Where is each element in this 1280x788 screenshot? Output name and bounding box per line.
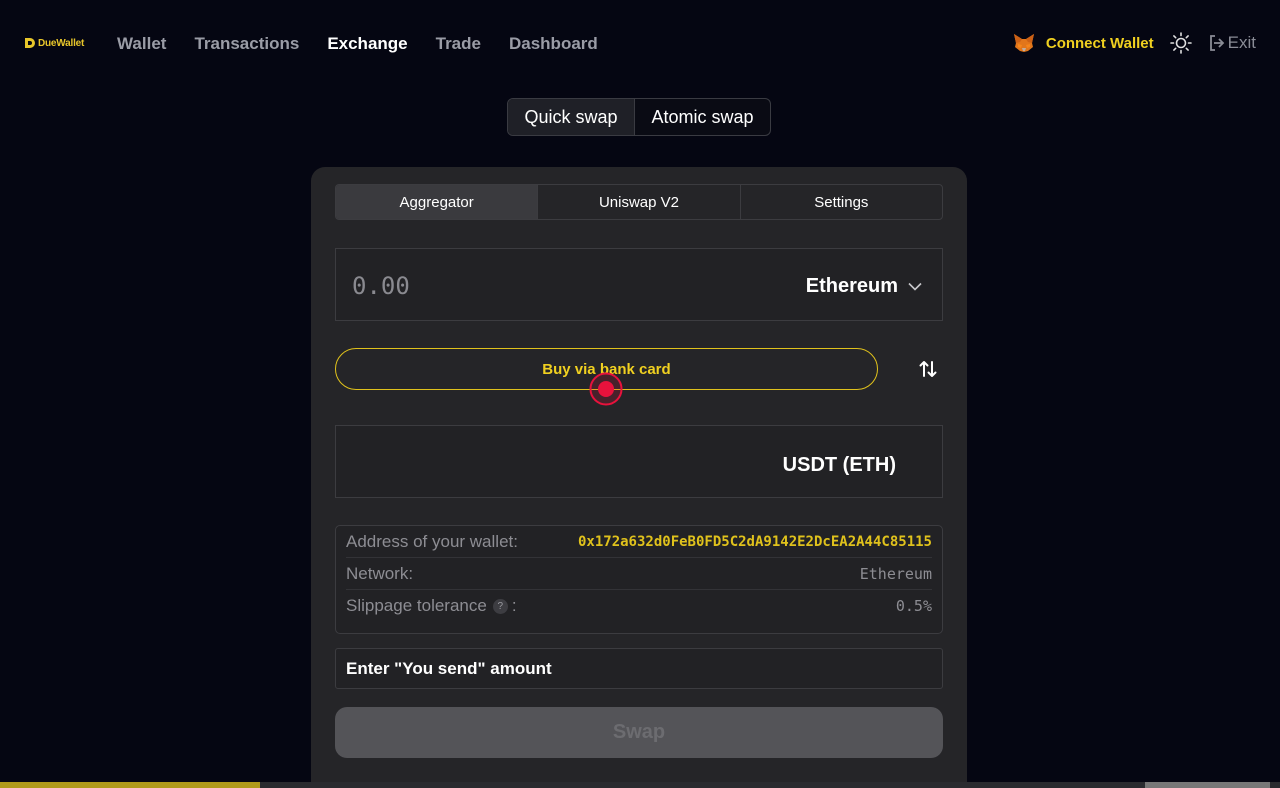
atomic-swap-tab[interactable]: Atomic swap bbox=[635, 99, 770, 135]
slippage-value: 0.5% bbox=[895, 597, 932, 615]
main-nav: Wallet Transactions Exchange Trade Dashb… bbox=[117, 33, 598, 55]
network-label: Network: bbox=[346, 563, 414, 583]
swap-button-label: Swap bbox=[612, 721, 666, 743]
header-actions: Connect Wallet Exit bbox=[1012, 31, 1256, 55]
swap-mode-toggle: Quick swap Atomic swap bbox=[507, 98, 771, 136]
exchange-card: Aggregator Uniswap V2 Settings Ethereum … bbox=[311, 167, 967, 788]
tab-uniswap-v2[interactable]: Uniswap V2 bbox=[538, 185, 741, 219]
wallet-address-row: Address of your wallet: 0x172a632d0FeB0F… bbox=[346, 526, 932, 558]
buy-via-bank-card-label: Buy via bank card bbox=[542, 360, 671, 378]
connect-wallet-button[interactable]: Connect Wallet bbox=[1046, 35, 1154, 52]
nav-dashboard[interactable]: Dashboard bbox=[509, 33, 598, 55]
tab-settings[interactable]: Settings bbox=[741, 185, 942, 219]
exit-label: Exit bbox=[1227, 33, 1256, 52]
status-message: Enter "You send" amount bbox=[346, 658, 552, 678]
help-icon[interactable]: ? bbox=[492, 598, 508, 614]
exchange-tabs: Aggregator Uniswap V2 Settings bbox=[335, 184, 943, 220]
send-amount-input[interactable] bbox=[352, 271, 652, 301]
buy-via-bank-card-button[interactable]: Buy via bank card bbox=[335, 348, 878, 390]
swap-info-panel: Address of your wallet: 0x172a632d0FeB0F… bbox=[335, 525, 943, 634]
send-panel: Ethereum bbox=[335, 248, 943, 321]
nav-wallet[interactable]: Wallet bbox=[117, 33, 166, 55]
slippage-row: Slippage tolerance ? : 0.5% bbox=[346, 590, 932, 622]
bottom-strip-segment bbox=[1145, 782, 1270, 788]
swap-direction-icon[interactable] bbox=[917, 358, 939, 380]
wallet-address-label: Address of your wallet: bbox=[346, 531, 518, 551]
slippage-label: Slippage tolerance bbox=[346, 596, 487, 615]
logo[interactable]: DueWallet bbox=[24, 37, 84, 49]
send-currency-label: Ethereum bbox=[805, 275, 898, 297]
bottom-strip-accent bbox=[0, 782, 260, 788]
bottom-banner-strip bbox=[0, 782, 1280, 788]
swap-button[interactable]: Swap bbox=[335, 707, 943, 758]
exit-button[interactable]: Exit bbox=[1208, 33, 1256, 53]
duewallet-logo-icon bbox=[25, 38, 35, 48]
nav-transactions[interactable]: Transactions bbox=[194, 33, 299, 55]
chevron-down-icon bbox=[908, 282, 922, 291]
slippage-colon: : bbox=[511, 596, 517, 615]
network-row: Network: Ethereum bbox=[346, 558, 932, 590]
nav-exchange[interactable]: Exchange bbox=[327, 33, 407, 55]
nav-trade[interactable]: Trade bbox=[436, 33, 481, 55]
sun-icon[interactable] bbox=[1169, 32, 1192, 54]
top-header: DueWallet Wallet Transactions Exchange T… bbox=[0, 0, 1280, 88]
logout-icon bbox=[1209, 35, 1224, 51]
send-currency-select[interactable]: Ethereum bbox=[806, 275, 922, 298]
receive-currency-label[interactable]: USDT (ETH) bbox=[783, 454, 896, 477]
tab-aggregator[interactable]: Aggregator bbox=[336, 185, 539, 219]
wallet-address-value: 0x172a632d0FeB0FD5C2dA9142E2DcEA2A44C851… bbox=[577, 533, 932, 550]
logo-text: DueWallet bbox=[38, 37, 85, 49]
network-value: Ethereum bbox=[859, 564, 932, 583]
slippage-label-group: Slippage tolerance ? : bbox=[346, 596, 517, 616]
quick-swap-tab[interactable]: Quick swap bbox=[508, 99, 635, 135]
status-message-bar: Enter "You send" amount bbox=[335, 648, 943, 689]
receive-panel: USDT (ETH) bbox=[335, 425, 943, 498]
metamask-fox-icon[interactable] bbox=[1012, 31, 1036, 55]
